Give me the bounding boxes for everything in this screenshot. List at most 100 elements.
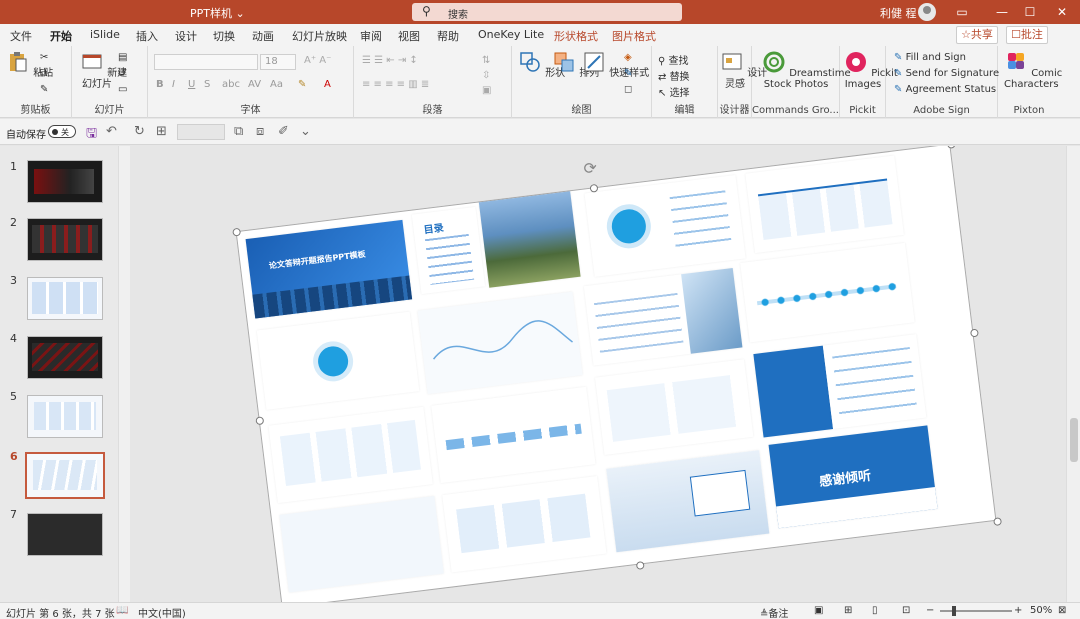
replace-button[interactable]: ⇄ 替换 [658,68,690,83]
scrollbar-thumb[interactable] [1070,418,1078,462]
bullets-icon[interactable]: ☰ ☰ ⇤ ⇥ ↕ [362,55,418,66]
shape-outline-icon[interactable]: ✎ [624,68,632,79]
tab-view[interactable]: 视图 [398,28,420,44]
minimize-button[interactable]: — [992,3,1012,21]
smartart-icon[interactable]: ▣ [482,85,491,96]
char-spacing-icon[interactable]: AV [248,79,261,90]
zoom-level[interactable]: 50% [1030,605,1052,616]
maximize-button[interactable]: ☐ [1020,3,1040,21]
find-button[interactable]: ⚲ 查找 [658,52,689,67]
tab-shape-format[interactable]: 形状格式 [554,28,598,44]
font-family-select[interactable] [154,54,258,70]
fill-and-sign-button[interactable]: ✎ Fill and Sign [894,52,966,63]
search-box[interactable]: ⚲ 搜索 [412,3,682,21]
tab-onekey[interactable]: OneKey Lite [478,28,544,41]
document-title[interactable]: PPT样机 ⌄ [190,5,245,21]
start-slideshow-icon[interactable]: ⊞ [156,124,167,139]
slide-thumbnail-2[interactable] [27,218,103,261]
zoom-slider-thumb[interactable] [952,606,956,616]
text-direction-icon[interactable]: ⇅ [482,55,490,66]
resize-handle[interactable] [232,227,242,237]
slide-thumbnail-3[interactable] [27,277,103,320]
brush-icon[interactable]: ✐ [278,124,289,139]
zoom-out-icon[interactable]: − [926,605,934,616]
format-painter-icon[interactable]: ✎ [40,84,48,95]
slide-thumbnail-4[interactable] [27,336,103,379]
shape-fill-icon[interactable]: ◈ [624,52,632,63]
tab-slideshow[interactable]: 幻灯片放映 [292,28,347,44]
slide-thumbnail-1[interactable] [27,160,103,203]
save-icon[interactable]: 🖫 [86,124,97,146]
arrange-button[interactable]: 排列 [552,50,599,79]
layout-icon[interactable]: ▤ [118,52,127,63]
tab-picture-format[interactable]: 图片格式 [612,28,656,44]
tab-design[interactable]: 设计 [175,28,197,44]
ribbon-display-button[interactable]: ▭ [952,3,972,21]
bold-button[interactable]: B [156,79,164,90]
tab-transitions[interactable]: 切换 [213,28,235,44]
zoom-in-icon[interactable]: + [1014,605,1022,616]
resize-handle[interactable] [255,416,265,426]
slide-sorter-icon[interactable]: ⊞ [844,605,852,616]
paste-button[interactable]: 粘贴 [6,50,53,79]
zoom-slider[interactable] [940,610,1012,612]
slide-scrollbar[interactable] [1066,146,1080,602]
section-icon[interactable]: ▭ [118,84,127,95]
slide-thumbnail-5[interactable] [27,395,103,438]
tab-animations[interactable]: 动画 [252,28,274,44]
change-case-icon[interactable]: Aa [270,79,283,90]
redo-icon[interactable]: ↻ [134,124,145,139]
customize-qat-icon[interactable]: ⌄ [300,124,311,139]
dreamstime-button[interactable]: Dreamstime Stock Photos [762,50,851,90]
share-button[interactable]: ☆共享 [956,26,998,44]
slideshow-icon[interactable]: ⊡ [902,605,910,616]
copy-icon[interactable]: ⧉ [40,68,47,79]
autosave-toggle[interactable]: 关 [48,125,76,138]
spellcheck-icon[interactable]: 📖 [116,605,128,616]
pickit-button[interactable]: Pickit Images [844,50,898,90]
current-slide-image[interactable]: 论文答辩开题报告PPT模板 目录 感谢倾听 ⟳ [232,146,1003,602]
rotate-handle-icon[interactable]: ⟳ [582,158,598,178]
align-text-icon[interactable]: ⇳ [482,70,490,81]
highlight-icon[interactable]: ✎ [298,79,306,90]
ungroup-icon[interactable]: ⧈ [256,124,264,139]
resize-handle[interactable] [946,146,956,149]
italic-button[interactable]: I [172,79,175,90]
undo-icon[interactable]: ↶ [106,124,117,139]
quick-styles-button[interactable]: 快速样式 [582,50,649,79]
tab-insert[interactable]: 插入 [136,28,158,44]
notes-button[interactable]: ≜备注 [760,605,788,619]
font-color-icon[interactable]: A [324,79,331,90]
new-slide-button[interactable]: 新建 幻灯片 [80,50,127,90]
comments-button[interactable]: ☐批注 [1006,26,1048,44]
tab-review[interactable]: 审阅 [360,28,382,44]
tab-help[interactable]: 帮助 [437,28,459,44]
underline-button[interactable]: U [188,79,195,90]
send-for-signature-button[interactable]: ✎ Send for Signature [894,68,999,79]
select-button[interactable]: ↖ 选择 [658,84,690,99]
user-name[interactable]: 利健 程 [880,5,917,21]
qat-dropdown[interactable] [177,124,225,140]
font-size-select[interactable]: 18 [260,54,296,70]
shapes-button[interactable]: 形状 [518,50,565,79]
design-ideas-button[interactable]: 设计 灵感 [720,50,767,90]
cut-icon[interactable]: ✂ [40,52,48,63]
tab-islide[interactable]: iSlide [90,28,120,41]
shape-effects-icon[interactable]: ◻ [624,84,632,95]
close-button[interactable]: ✕ [1052,3,1072,21]
slide-thumbnail-7[interactable] [27,513,103,556]
resize-handle[interactable] [635,560,645,570]
shadow-button[interactable]: S [204,79,210,90]
group-objects-icon[interactable]: ⧉ [234,124,243,139]
align-icons[interactable]: ≡ ≡ ≡ ≡ ▥ ≣ [362,79,429,90]
reset-icon[interactable]: ↺ [118,68,126,79]
agreement-status-button[interactable]: ✎ Agreement Status [894,84,996,95]
fit-slide-icon[interactable]: ⊠ [1058,605,1066,616]
reading-view-icon[interactable]: ▯ [872,605,878,616]
slide-thumbnail-6[interactable] [25,452,105,499]
comic-characters-button[interactable]: Comic Characters [1004,50,1062,90]
thumbnail-scrollbar[interactable] [118,146,130,602]
tab-file[interactable]: 文件 [10,28,32,44]
normal-view-icon[interactable]: ▣ [814,605,823,616]
resize-handle[interactable] [993,517,1003,527]
